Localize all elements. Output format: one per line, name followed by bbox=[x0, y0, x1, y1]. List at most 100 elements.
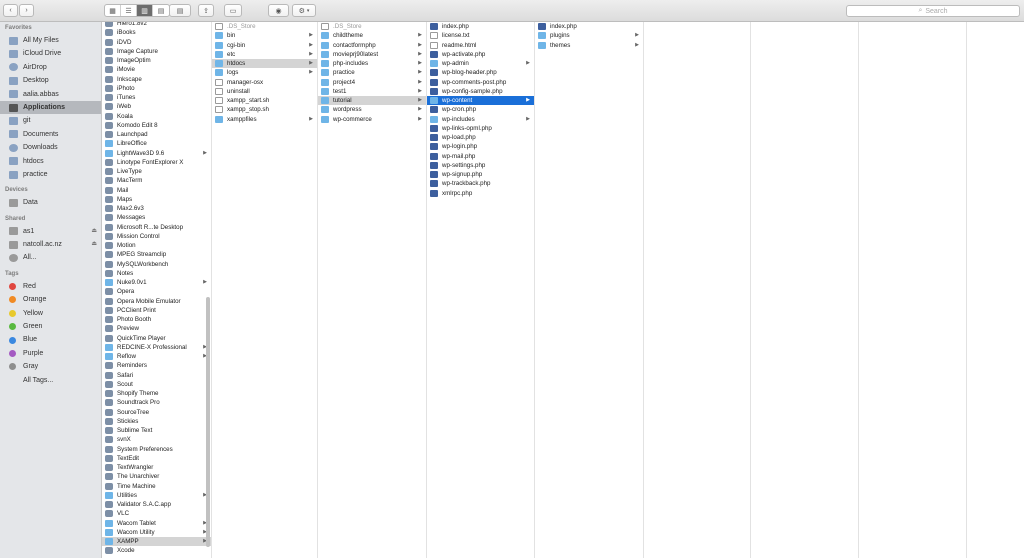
list-item[interactable]: Time Machine bbox=[102, 482, 211, 491]
list-item[interactable]: MPEG Streamclip bbox=[102, 250, 211, 259]
list-item[interactable]: wp-includes ▶ bbox=[427, 115, 534, 124]
sidebar-item-as1[interactable]: as1 ⏏ bbox=[0, 225, 101, 238]
list-item[interactable]: themes ▶ bbox=[535, 41, 643, 50]
list-item[interactable]: REDCINE-X Professional▶ bbox=[102, 343, 211, 352]
list-item[interactable]: wp-blog-header.php bbox=[427, 68, 534, 77]
sidebar-item-git[interactable]: git bbox=[0, 114, 101, 127]
list-item[interactable]: index.php bbox=[535, 22, 643, 31]
list-item[interactable]: Utilities▶ bbox=[102, 491, 211, 500]
list-item[interactable]: wp-mail.php bbox=[427, 152, 534, 161]
list-item[interactable]: LiveType bbox=[102, 167, 211, 176]
arrange-button[interactable]: ▤ bbox=[169, 4, 191, 17]
list-item[interactable]: LibreOffice bbox=[102, 139, 211, 148]
sidebar-tag-item[interactable]: Blue bbox=[0, 333, 101, 346]
scrollbar-thumb[interactable] bbox=[206, 297, 210, 547]
list-item[interactable]: Scout bbox=[102, 380, 211, 389]
action-button[interactable]: ⚙ ▾ bbox=[292, 4, 316, 17]
list-item[interactable]: wp-admin ▶ bbox=[427, 59, 534, 68]
list-item[interactable]: etc ▶ bbox=[212, 50, 317, 59]
list-item[interactable]: iPhoto bbox=[102, 84, 211, 93]
list-item[interactable]: Sublime Text bbox=[102, 426, 211, 435]
sidebar-item-natcoll[interactable]: natcoll.ac.nz ⏏ bbox=[0, 238, 101, 251]
list-item[interactable]: tutorial ▶ bbox=[318, 96, 426, 106]
list-item[interactable]: Notes bbox=[102, 269, 211, 278]
list-item[interactable]: childtheme ▶ bbox=[318, 31, 426, 40]
sidebar-item-htdocs[interactable]: htdocs bbox=[0, 155, 101, 168]
list-item[interactable]: wp-comments-post.php bbox=[427, 78, 534, 87]
list-item[interactable]: Reflow▶ bbox=[102, 352, 211, 361]
column-view-button[interactable]: ▥ bbox=[137, 5, 153, 16]
list-item[interactable]: wp-config-sample.php bbox=[427, 87, 534, 96]
list-item[interactable]: license.txt bbox=[427, 31, 534, 40]
eject-icon[interactable]: ⏏ bbox=[91, 238, 97, 251]
list-item[interactable]: System Preferences bbox=[102, 445, 211, 454]
list-item[interactable]: wp-login.php bbox=[427, 142, 534, 151]
list-item[interactable]: Nuke9.0v1 ▶ bbox=[102, 278, 211, 287]
list-item[interactable]: wp-commerce ▶ bbox=[318, 115, 426, 124]
list-item[interactable]: wp-cron.php bbox=[427, 105, 534, 114]
sidebar-tag-item[interactable]: Purple bbox=[0, 347, 101, 360]
list-item[interactable]: QuickTime Player bbox=[102, 334, 211, 343]
list-item[interactable]: TextWrangler bbox=[102, 463, 211, 472]
list-item[interactable]: ImageOptim bbox=[102, 56, 211, 65]
list-item[interactable]: iMovie bbox=[102, 65, 211, 74]
forward-button[interactable]: › bbox=[19, 4, 34, 17]
back-button[interactable]: ‹ bbox=[3, 4, 18, 17]
list-item[interactable]: xamppfiles ▶ bbox=[212, 115, 317, 124]
list-item[interactable]: cgi-bin ▶ bbox=[212, 41, 317, 50]
list-item[interactable]: MySQLWorkbench bbox=[102, 260, 211, 269]
list-item[interactable]: php-includes ▶ bbox=[318, 59, 426, 68]
column-tutorial[interactable]: index.php license.txt readme.html wp-activa… bbox=[427, 22, 535, 558]
list-item[interactable]: wp-links-opml.php bbox=[427, 124, 534, 133]
list-item[interactable]: PCClient Print bbox=[102, 306, 211, 315]
list-item[interactable]: VLC bbox=[102, 509, 211, 518]
list-item[interactable]: Opera bbox=[102, 287, 211, 296]
list-item[interactable]: The Unarchiver bbox=[102, 472, 211, 481]
list-item[interactable]: svnX bbox=[102, 435, 211, 444]
tag-button[interactable]: ▭ bbox=[224, 4, 242, 17]
list-item[interactable]: bin ▶ bbox=[212, 31, 317, 40]
list-item[interactable]: wp-load.php bbox=[427, 133, 534, 142]
list-item[interactable]: xmlrpc.php bbox=[427, 189, 534, 198]
list-item[interactable]: index.php bbox=[427, 22, 534, 31]
sidebar-tag-item[interactable]: Orange bbox=[0, 293, 101, 306]
list-item[interactable]: readme.html bbox=[427, 41, 534, 50]
list-item[interactable]: XAMPP▶ bbox=[102, 537, 211, 547]
sidebar-tag-item[interactable]: All Tags... bbox=[0, 374, 101, 387]
list-item[interactable]: Opera Mobile Emulator bbox=[102, 297, 211, 306]
list-item[interactable]: Photo Booth bbox=[102, 315, 211, 324]
search-input[interactable]: ⌕ Search bbox=[846, 5, 1020, 17]
list-item[interactable]: Stickies bbox=[102, 417, 211, 426]
sidebar-item-all-shared[interactable]: All... bbox=[0, 251, 101, 264]
icon-view-button[interactable]: ▦ bbox=[105, 5, 121, 16]
list-item[interactable]: Soundtrack Pro bbox=[102, 398, 211, 407]
sidebar-tag-item[interactable]: Red bbox=[0, 280, 101, 293]
list-item[interactable]: Max2.6v3 bbox=[102, 204, 211, 213]
list-item[interactable]: Microsoft R...te Desktop bbox=[102, 223, 211, 232]
sidebar-item-icloud-drive[interactable]: iCloud Drive bbox=[0, 47, 101, 60]
list-item[interactable]: Komodo Edit 8 bbox=[102, 121, 211, 130]
list-item[interactable]: Wacom Utility▶ bbox=[102, 528, 211, 537]
list-item[interactable]: Mail bbox=[102, 186, 211, 195]
list-item[interactable]: movieprj90latest ▶ bbox=[318, 50, 426, 59]
list-item[interactable]: MacTerm bbox=[102, 176, 211, 185]
quick-look-button[interactable]: ◉ bbox=[268, 4, 289, 17]
sidebar-item-practice[interactable]: practice bbox=[0, 168, 101, 181]
list-item[interactable]: Mission Control bbox=[102, 232, 211, 241]
share-button[interactable]: ⇪ bbox=[198, 4, 214, 17]
list-item[interactable]: practice ▶ bbox=[318, 68, 426, 77]
list-item[interactable]: .DS_Store bbox=[212, 22, 317, 31]
list-item[interactable]: Messages bbox=[102, 213, 211, 222]
list-item[interactable]: iWeb bbox=[102, 102, 211, 111]
list-item[interactable]: iTunes bbox=[102, 93, 211, 102]
list-item[interactable]: Validator S.A.C.app bbox=[102, 500, 211, 509]
list-item[interactable]: contactformphp ▶ bbox=[318, 41, 426, 50]
list-item[interactable]: xampp_start.sh bbox=[212, 96, 317, 105]
sidebar-tag-item[interactable]: Yellow bbox=[0, 307, 101, 320]
cover-flow-button[interactable]: ▤ bbox=[153, 5, 169, 16]
list-view-button[interactable]: ☰ bbox=[121, 5, 137, 16]
list-item[interactable]: Motion bbox=[102, 241, 211, 250]
view-mode-control[interactable]: ▦ ☰ ▥ ▤ bbox=[104, 4, 170, 17]
sidebar-item-desktop[interactable]: Desktop bbox=[0, 74, 101, 87]
sidebar-tag-item[interactable]: Green bbox=[0, 320, 101, 333]
